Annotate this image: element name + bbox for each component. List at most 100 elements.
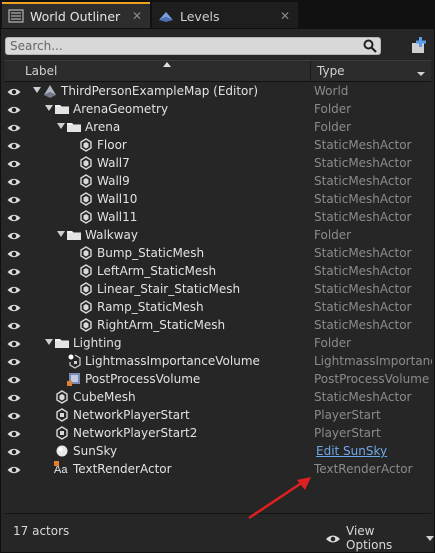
expand-arrow-icon[interactable] [33, 87, 41, 93]
tree-row[interactable]: Wall9 StaticMeshActor [1, 172, 434, 190]
eye-icon[interactable] [7, 86, 21, 96]
close-icon[interactable]: ✕ [132, 9, 142, 23]
eye-icon[interactable] [7, 140, 21, 150]
eye-icon[interactable] [7, 302, 21, 312]
actor-label: ThirdPersonExampleMap (Editor) [61, 84, 259, 98]
eye-icon[interactable] [7, 464, 21, 474]
actor-type: StaticMeshActor [314, 174, 412, 188]
actor-label: Arena [85, 120, 121, 134]
tree-row[interactable]: SunSky Edit SunSky [1, 442, 434, 460]
eye-icon[interactable] [7, 338, 21, 348]
eye-icon[interactable] [7, 266, 21, 276]
tree-row[interactable]: Ramp_StaticMesh StaticMeshActor [1, 298, 434, 316]
expand-arrow-icon[interactable] [57, 231, 65, 237]
eye-icon[interactable] [7, 374, 21, 384]
eye-icon[interactable] [7, 248, 21, 258]
close-icon[interactable]: ✕ [280, 9, 290, 23]
outliner-icon [8, 9, 24, 23]
tree-row[interactable]: NetworkPlayerStart2 PlayerStart [1, 424, 434, 442]
search-row [5, 37, 429, 57]
chevron-down-icon [426, 535, 434, 541]
postprocess-volume-icon [66, 371, 82, 387]
actor-label: Bump_StaticMesh [97, 246, 205, 260]
eye-icon[interactable] [7, 356, 21, 366]
tree-row[interactable]: Linear_Stair_StaticMesh StaticMeshActor [1, 280, 434, 298]
tree-row[interactable]: Bump_StaticMesh StaticMeshActor [1, 244, 434, 262]
tab-bar: World Outliner ✕ Levels ✕ [0, 0, 435, 28]
actor-label: SunSky [73, 444, 118, 458]
tree-row[interactable]: Lighting Folder [1, 334, 434, 352]
eye-icon[interactable] [7, 320, 21, 330]
tree-row[interactable]: NetworkPlayerStart PlayerStart [1, 406, 434, 424]
eye-icon[interactable] [7, 284, 21, 294]
actor-label: Wall7 [97, 156, 130, 170]
search-input[interactable] [10, 38, 350, 54]
actor-type: LightmassImportance [314, 354, 432, 368]
edit-blueprint-link[interactable]: Edit SunSky [316, 444, 434, 458]
static-mesh-icon [78, 245, 94, 261]
eye-icon[interactable] [7, 230, 21, 240]
eye-icon[interactable] [7, 176, 21, 186]
tree-row[interactable]: Walkway Folder [1, 226, 434, 244]
eye-icon[interactable] [7, 158, 21, 168]
tree-row[interactable]: PostProcessVolume PostProcessVolume [1, 370, 434, 388]
add-actor-icon[interactable] [409, 36, 429, 56]
tree-row[interactable]: ThirdPersonExampleMap (Editor) World [1, 82, 434, 100]
tree-row[interactable]: Aa TextRenderActor TextRenderActor [1, 460, 434, 478]
lightmass-volume-icon [66, 353, 82, 369]
search-icon[interactable] [363, 39, 377, 53]
tab-label: World Outliner [30, 8, 121, 24]
eye-icon[interactable] [7, 446, 21, 456]
folder-icon [54, 101, 70, 117]
tree-row[interactable]: RightArm_StaticMesh StaticMeshActor [1, 316, 434, 334]
eye-icon[interactable] [7, 212, 21, 222]
tree-row[interactable]: Wall10 StaticMeshActor [1, 190, 434, 208]
tree-row[interactable]: CubeMesh StaticMeshActor [1, 388, 434, 406]
actor-label: Wall10 [97, 192, 138, 206]
search-field[interactable] [5, 37, 381, 55]
levels-icon [158, 9, 174, 23]
actor-type: StaticMeshActor [314, 138, 412, 152]
column-menu-icon[interactable] [417, 72, 425, 76]
actor-label: ArenaGeometry [73, 102, 169, 116]
static-mesh-icon [78, 299, 94, 315]
tree-row[interactable]: Wall7 StaticMeshActor [1, 154, 434, 172]
tab-world-outliner[interactable]: World Outliner ✕ [2, 2, 150, 28]
actor-type: StaticMeshActor [314, 282, 412, 296]
eye-icon[interactable] [7, 392, 21, 402]
tree-row[interactable]: LeftArm_StaticMesh StaticMeshActor [1, 262, 434, 280]
eye-icon[interactable] [7, 428, 21, 438]
tree-row[interactable]: Floor StaticMeshActor [1, 136, 434, 154]
tree-row[interactable]: LightmassImportanceVolume LightmassImport… [1, 352, 434, 370]
column-label-header[interactable]: Label [25, 64, 57, 78]
column-type-header[interactable]: Type [317, 64, 345, 78]
tree-row[interactable]: Wall11 StaticMeshActor [1, 208, 434, 226]
expand-arrow-icon[interactable] [45, 105, 53, 111]
static-mesh-icon [78, 317, 94, 333]
view-options-button[interactable]: View Options [325, 524, 434, 552]
eye-icon[interactable] [7, 194, 21, 204]
column-divider[interactable] [310, 61, 311, 81]
actor-type: World [314, 84, 349, 98]
expand-arrow-icon[interactable] [45, 339, 53, 345]
actor-count: 17 actors [13, 524, 70, 538]
actor-type: StaticMeshActor [314, 390, 412, 404]
tree-row[interactable]: ArenaGeometry Folder [1, 100, 434, 118]
sort-ascending-icon[interactable] [163, 62, 171, 67]
static-mesh-icon [78, 137, 94, 153]
text-render-icon: Aa [54, 461, 70, 477]
player-start-icon [54, 425, 70, 441]
world-outliner-panel: Label Type ThirdPersonExampleMap (Editor… [0, 28, 435, 553]
sphere-icon [54, 443, 70, 459]
tab-levels[interactable]: Levels ✕ [152, 2, 298, 28]
eye-icon[interactable] [7, 104, 21, 114]
static-mesh-icon [78, 191, 94, 207]
eye-icon[interactable] [7, 122, 21, 132]
expand-arrow-icon[interactable] [57, 123, 65, 129]
actor-label: PostProcessVolume [85, 372, 201, 386]
eye-icon[interactable] [7, 410, 21, 420]
folder-icon [66, 119, 82, 135]
actor-type: Folder [314, 336, 352, 350]
tree-row[interactable]: Arena Folder [1, 118, 434, 136]
actor-type: Folder [314, 120, 352, 134]
